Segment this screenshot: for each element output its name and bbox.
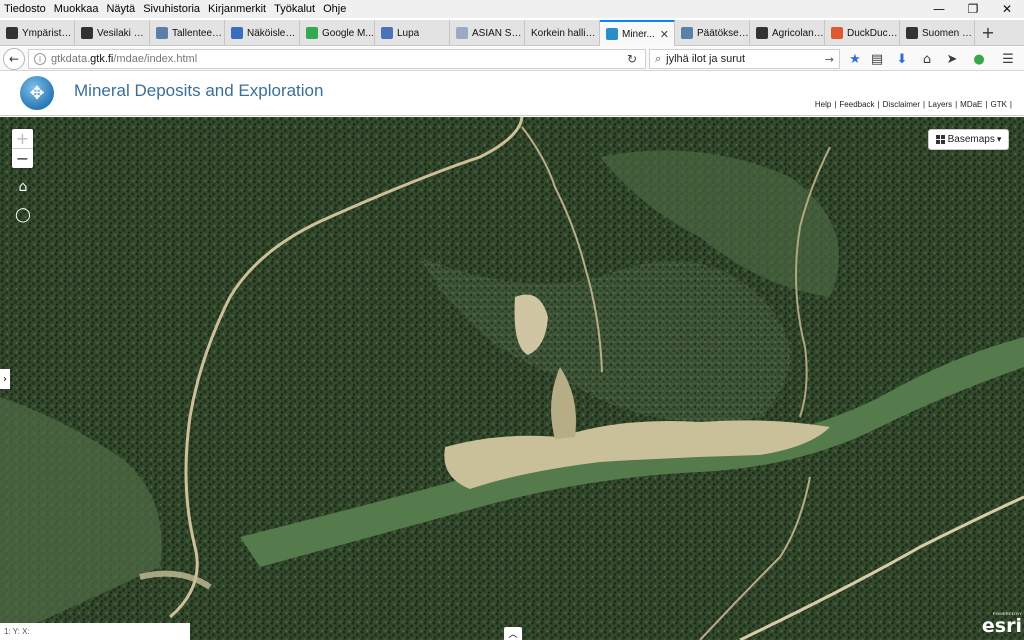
tab-label: Vesilaki 58... (97, 27, 149, 39)
tab-label: Näköisleht... (247, 27, 299, 39)
menu-item-0[interactable]: Tiedosto (0, 3, 50, 15)
tab-9[interactable]: Päätökset ... (675, 20, 750, 46)
tab-1[interactable]: Vesilaki 58... (75, 20, 150, 46)
tab-label: Päätökset ... (697, 27, 749, 39)
addon-icon[interactable]: ● (970, 50, 988, 68)
info-icon[interactable]: i (34, 53, 46, 65)
header-link-layers[interactable]: Layers (925, 100, 955, 109)
tab-0[interactable]: Ympäristö... (0, 20, 75, 46)
tab-label: Lupa (397, 27, 420, 39)
search-go-icon[interactable]: → (825, 53, 834, 66)
zoom-control: + − (12, 129, 33, 168)
window-controls: — ❐ ✕ (922, 0, 1024, 18)
tab-label: DuckDuck... (847, 27, 899, 39)
home-icon[interactable]: ⌂ (918, 50, 936, 68)
tab-12[interactable]: Suomen k... (900, 20, 975, 46)
circle-favicon-icon (231, 27, 243, 39)
menu-bar: Tiedosto Muokkaa Näytä Sivuhistoria Kirjanme… (0, 0, 1024, 18)
duck-favicon-icon (831, 27, 843, 39)
w-favicon-icon (906, 27, 918, 39)
maps-favicon-icon (306, 27, 318, 39)
caret-down-icon: ▾ (996, 134, 1002, 145)
back-button[interactable]: ← (3, 48, 25, 70)
send-icon[interactable]: ➤ (943, 50, 961, 68)
menu-item-6[interactable]: Ohje (319, 3, 350, 15)
reload-icon[interactable]: ↻ (627, 52, 637, 66)
search-input[interactable]: jylhä ilot ja surut (666, 53, 745, 65)
globe-favicon-icon (606, 28, 618, 40)
zoom-out-button[interactable]: − (12, 149, 33, 168)
chart-favicon-icon (6, 27, 18, 39)
tab-2[interactable]: Tallenteet ... (150, 20, 225, 46)
basemaps-button[interactable]: Basemaps ▾ (928, 129, 1009, 150)
tab-label: Miner... (622, 28, 655, 40)
close-tab-icon[interactable]: ✕ (660, 28, 669, 41)
link-separator: | (1009, 100, 1012, 109)
bookmark-star-icon[interactable]: ★ (846, 50, 864, 68)
grid-icon (935, 135, 945, 144)
reading-list-icon[interactable]: ▤ (868, 50, 886, 68)
header-link-help[interactable]: Help (812, 100, 834, 109)
header-link-mdae[interactable]: MDaE (957, 100, 985, 109)
page-favicon-icon (681, 27, 693, 39)
locate-icon[interactable]: ◯ (13, 205, 33, 225)
basemaps-label: Basemaps (947, 134, 995, 145)
header-link-gtk[interactable]: GTK (987, 100, 1009, 109)
search-icon: ⌕ (655, 52, 662, 65)
menu-item-2[interactable]: Näytä (102, 3, 139, 15)
menu-item-1[interactable]: Muokkaa (50, 3, 103, 15)
bars-favicon-icon (456, 27, 468, 39)
tab-active[interactable]: Miner... ✕ (600, 20, 675, 46)
tab-bar: Ympäristö... Vesilaki 58... Tallenteet ...… (0, 20, 1024, 46)
tab-label: ASIAN SIIR... (472, 27, 524, 39)
tab-10[interactable]: Agricolan ... (750, 20, 825, 46)
gtk-logo-icon[interactable]: ✥ (20, 76, 54, 110)
tab-5[interactable]: Lupa (375, 20, 450, 46)
menu-item-4[interactable]: Kirjanmerkit (204, 3, 270, 15)
tab-3[interactable]: Näköisleht... (225, 20, 300, 46)
restore-button[interactable]: ❐ (956, 0, 990, 18)
page-favicon-icon (156, 27, 168, 39)
tab-4[interactable]: Google M... (300, 20, 375, 46)
chart-favicon-icon (81, 27, 93, 39)
tab-7[interactable]: Korkein hallint... (525, 20, 600, 46)
bottom-panel-toggle[interactable]: ︿ (504, 627, 522, 640)
tab-label: Google M... (322, 27, 374, 39)
menu-icon[interactable]: ☰ (999, 50, 1017, 68)
w-favicon-icon (756, 27, 768, 39)
app-header: ✥ Mineral Deposits and Exploration Help |… (0, 72, 1024, 116)
url-bar[interactable]: i gtkdata. gtk.fi/mdae/index.html ↻ (28, 49, 646, 69)
url-domain: gtkdata. (51, 53, 91, 65)
page-title: Mineral Deposits and Exploration (74, 81, 324, 100)
esri-logo: esri (981, 615, 1022, 637)
tab-label: Suomen k... (922, 27, 974, 39)
zoom-in-button[interactable]: + (12, 129, 33, 148)
tab-label: Tallenteet ... (172, 27, 224, 39)
search-bar[interactable]: ⌕ jylhä ilot ja surut → (649, 49, 840, 69)
url-path: /mdae/index.html (113, 53, 198, 65)
download-icon[interactable]: ⬇ (893, 50, 911, 68)
new-tab-button[interactable]: + (975, 20, 1001, 45)
header-link-feedback[interactable]: Feedback (836, 100, 877, 109)
tab-6[interactable]: ASIAN SIIR... (450, 20, 525, 46)
home-extent-icon[interactable]: ⌂ (13, 177, 33, 197)
menu-item-5[interactable]: Työkalut (270, 3, 319, 15)
header-links: Help | Feedback | Disclaimer | Layers | MDaE | GTK… (812, 100, 1012, 109)
header-link-disclaimer[interactable]: Disclaimer (880, 100, 923, 109)
tab-11[interactable]: DuckDuck... (825, 20, 900, 46)
close-window-button[interactable]: ✕ (990, 0, 1024, 18)
satellite-imagery[interactable] (0, 117, 1024, 640)
minimize-button[interactable]: — (922, 0, 956, 18)
esri-attribution: POWERED BY esri (978, 611, 1022, 639)
url-host: gtk.fi (90, 53, 114, 65)
coordinate-readout: 1: Y: X: (0, 623, 190, 640)
bars-favicon-icon (381, 27, 393, 39)
map-view[interactable]: + − ⌂ ◯ Basemaps ▾ › 1: Y: X: ︿ POWERED … (0, 117, 1024, 640)
navigation-bar: ← i gtkdata. gtk.fi/mdae/index.html ↻ ⌕ j… (0, 47, 1024, 71)
menu-item-3[interactable]: Sivuhistoria (139, 3, 204, 15)
tab-label: Ympäristö... (22, 27, 74, 39)
tab-label: Korkein hallint... (531, 27, 599, 39)
side-panel-toggle[interactable]: › (0, 369, 10, 389)
tab-label: Agricolan ... (772, 27, 824, 39)
